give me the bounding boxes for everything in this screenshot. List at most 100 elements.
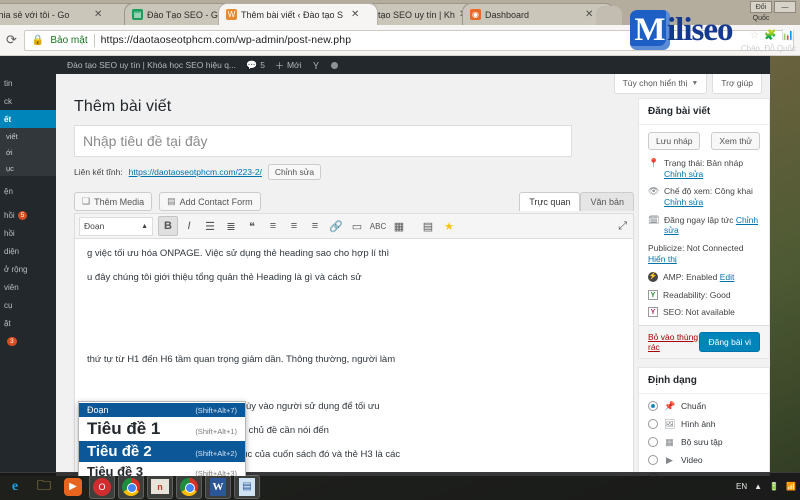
opera-icon[interactable]: O bbox=[89, 474, 115, 499]
screen: chia sẻ với tôi - Go ✕ ▤ Đào Tạo SEO - G… bbox=[0, 0, 800, 500]
word-icon[interactable]: W bbox=[205, 474, 231, 499]
italic-icon[interactable]: I bbox=[179, 216, 199, 236]
tab-close-icon[interactable]: ✕ bbox=[585, 9, 593, 20]
folder-icon[interactable]: 🗀 bbox=[31, 475, 57, 499]
format-option-heading-2[interactable]: Tiêu đề 2 (Shift+Alt+2) bbox=[79, 441, 245, 462]
chrome-icon[interactable] bbox=[118, 474, 144, 499]
media-player-icon[interactable]: ▶ bbox=[60, 475, 86, 499]
admin-bar-yoast[interactable]: Ｙ bbox=[312, 59, 321, 72]
sidebar-item-posts[interactable]: ết bbox=[0, 110, 56, 128]
blockquote-icon[interactable]: ❝ bbox=[242, 216, 262, 236]
tab-close-icon[interactable]: ✕ bbox=[94, 9, 102, 20]
sidebar-item-plugins[interactable]: ở rộng bbox=[0, 260, 56, 278]
sidebar-item-appearance[interactable]: diện bbox=[0, 242, 56, 260]
radio-button[interactable] bbox=[648, 419, 658, 430]
sidebar-subitem-new-post[interactable]: ới bbox=[0, 144, 56, 160]
align-right-icon[interactable]: ≡ bbox=[305, 216, 325, 236]
new-tab-button[interactable] bbox=[596, 6, 622, 25]
minimize-button[interactable]: — bbox=[774, 1, 796, 13]
radio-button[interactable] bbox=[648, 437, 658, 448]
add-contact-form-button[interactable]: ▤ Add Contact Form bbox=[159, 192, 261, 211]
sidebar-item-0[interactable]: tin bbox=[0, 74, 56, 92]
language-indicator[interactable]: EN bbox=[736, 482, 747, 491]
sidebar-item-settings[interactable]: ặt bbox=[0, 314, 56, 332]
radio-button[interactable] bbox=[648, 401, 658, 412]
format-option-standard[interactable]: 📌 Chuẩn bbox=[648, 401, 760, 412]
tab-visual[interactable]: Trực quan bbox=[519, 192, 581, 211]
notepad-icon[interactable]: ▤ bbox=[234, 474, 260, 499]
edit-permalink-button[interactable]: Chỉnh sửa bbox=[267, 164, 322, 180]
admin-bar-comments[interactable]: 💬 5 bbox=[246, 60, 265, 71]
browser-tab-0[interactable]: chia sẻ với tôi - Go ✕ bbox=[0, 3, 138, 25]
move-to-trash-link[interactable]: Bỏ vào thùng rác bbox=[648, 332, 699, 352]
wp-post-editor-body: Tùy chọn hiển thị ▼ Trợ giúp Thêm bài vi… bbox=[56, 74, 770, 476]
format-option-heading-1[interactable]: Tiêu đề 1 (Shift+Alt+1) bbox=[79, 417, 245, 441]
preview-button[interactable]: Xem thử bbox=[711, 132, 760, 150]
format-select[interactable]: Đoạn ▲ bbox=[79, 216, 153, 236]
permalink-link[interactable]: https://daotaoseotphcm.com/223-2/ bbox=[129, 167, 262, 177]
restore-button[interactable]: Đổi Quốc bbox=[750, 1, 772, 22]
reload-icon[interactable]: ⟳ bbox=[6, 32, 17, 48]
browser-tab-2[interactable]: W Thêm bài viết ‹ Đào tạo S ✕ bbox=[218, 3, 378, 25]
signal-icon[interactable]: 📶 bbox=[786, 482, 796, 491]
spellcheck-icon[interactable]: ABC bbox=[368, 216, 388, 236]
sidebar-subitem-categories[interactable]: ục bbox=[0, 160, 56, 176]
post-status-row: 📍 Trạng thái: Bản nháp Chỉnh sửa bbox=[648, 158, 760, 179]
sidebar-item-comments[interactable]: hồi 5 bbox=[0, 206, 56, 224]
read-more-icon[interactable]: ▭ bbox=[347, 216, 367, 236]
format-option-heading-3[interactable]: Tiêu đề 3 (Shift+Alt+3) bbox=[79, 462, 245, 476]
extension-icon[interactable]: 🧩 bbox=[764, 30, 776, 41]
post-title-input[interactable]: Nhập tiêu đề tại đây bbox=[74, 125, 572, 157]
link-icon[interactable]: 🔗 bbox=[326, 216, 346, 236]
format-option-paragraph[interactable]: Đoạn (Shift+Alt+7) bbox=[79, 403, 245, 417]
internet-explorer-icon[interactable]: e bbox=[2, 475, 28, 499]
admin-bar-site-name[interactable]: Đào tạo SEO uy tín | Khóa học SEO hiệu q… bbox=[67, 60, 236, 70]
post-title-placeholder: Nhập tiêu đề tại đây bbox=[83, 133, 208, 149]
fullscreen-icon[interactable]: ⤢ bbox=[618, 220, 627, 233]
format-dropdown-menu[interactable]: Đoạn (Shift+Alt+7) Tiêu đề 1 (Shift+Alt+… bbox=[78, 401, 246, 476]
format-option-gallery[interactable]: ▦ Bộ sưu tập bbox=[648, 437, 760, 448]
bulleted-list-icon[interactable]: ☰ bbox=[200, 216, 220, 236]
align-left-icon[interactable]: ≡ bbox=[263, 216, 283, 236]
admin-bar-new[interactable]: ＋ Mới bbox=[275, 59, 302, 72]
sidebar-item-label: diện bbox=[4, 246, 20, 256]
table-of-contents-icon[interactable]: ▤ bbox=[418, 216, 438, 236]
add-media-button[interactable]: ❑ Thêm Media bbox=[74, 192, 153, 211]
radio-button[interactable] bbox=[648, 455, 658, 466]
toolbar-toggle-icon[interactable]: ▦ bbox=[389, 216, 409, 236]
format-option-video[interactable]: ▶ Video bbox=[648, 455, 760, 466]
sidebar-item-9[interactable]: hồi bbox=[0, 224, 56, 242]
align-center-icon[interactable]: ≡ bbox=[284, 216, 304, 236]
numbered-list-icon[interactable]: ≣ bbox=[221, 216, 241, 236]
tab-text[interactable]: Văn bản bbox=[580, 192, 634, 211]
editor-mode-tabs: Trực quan Văn bản bbox=[519, 192, 634, 211]
sidebar-item-tools[interactable]: cụ bbox=[0, 296, 56, 314]
unikey-icon[interactable]: n bbox=[147, 474, 173, 499]
star-icon[interactable]: ☆ bbox=[750, 30, 759, 41]
bold-icon[interactable]: B bbox=[158, 216, 178, 236]
publicize-show-link[interactable]: Hiển thị bbox=[648, 254, 677, 265]
tab-close-icon[interactable]: ✕ bbox=[351, 9, 359, 20]
display-options-button[interactable]: Tùy chọn hiển thị ▼ bbox=[613, 74, 708, 94]
sidebar-item-15[interactable]: 3 bbox=[0, 332, 56, 350]
star-icon[interactable]: ★ bbox=[439, 216, 459, 236]
sidebar-subitem-all-posts[interactable]: viết bbox=[0, 128, 56, 144]
help-button[interactable]: Trợ giúp bbox=[712, 74, 762, 94]
edit-status-link[interactable]: Chỉnh sửa bbox=[664, 169, 703, 179]
format-option-image[interactable]: 🖼 Hình ảnh bbox=[648, 419, 760, 430]
caret-up-icon[interactable]: ▲ bbox=[754, 482, 762, 491]
browser-tab-4[interactable]: ◉ Dashboard ✕ bbox=[462, 3, 614, 25]
save-draft-button[interactable]: Lưu nháp bbox=[648, 132, 701, 150]
sidebar-item-6[interactable]: ện bbox=[0, 182, 56, 200]
amp-edit-link[interactable]: Edit bbox=[720, 272, 735, 282]
battery-icon[interactable]: 🔋 bbox=[769, 482, 779, 491]
admin-bar-account[interactable] bbox=[330, 61, 338, 69]
publish-button[interactable]: Đăng bài vi bbox=[699, 331, 760, 352]
extension-2-icon[interactable]: 📊 bbox=[782, 30, 794, 41]
sidebar-item-users[interactable]: viên bbox=[0, 278, 56, 296]
edit-visibility-link[interactable]: Chỉnh sửa bbox=[664, 197, 703, 207]
sidebar-item-1[interactable]: ck bbox=[0, 92, 56, 110]
sidebar-item-label: hồi bbox=[4, 210, 15, 220]
chrome-window-icon[interactable] bbox=[176, 474, 202, 499]
browser-extension-icons: ☆ 🧩 📊 bbox=[750, 30, 794, 41]
